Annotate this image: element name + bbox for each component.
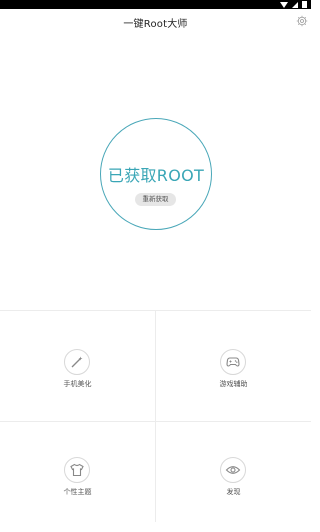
- status-icons: [280, 0, 307, 9]
- battery-icon: [302, 1, 307, 8]
- settings-icon[interactable]: [296, 15, 308, 27]
- wifi-icon: [280, 1, 288, 8]
- tile-phone-beautify[interactable]: 手机美化: [0, 311, 155, 421]
- feature-grid: 手机美化 游戏辅助 个性主题 发现: [0, 310, 311, 522]
- tile-label: 发现: [226, 488, 241, 496]
- app-title: 一键Root大师: [123, 19, 188, 30]
- status-bar: [0, 0, 311, 9]
- tile-label: 手机美化: [63, 380, 92, 388]
- root-status-text: 已获取ROOT: [107, 166, 205, 185]
- tile-personal-theme[interactable]: 个性主题: [0, 422, 155, 532]
- signal-icon: [292, 1, 298, 8]
- magic-wand-icon: [64, 349, 90, 375]
- tile-label: 个性主题: [63, 488, 92, 496]
- tile-discover[interactable]: 发现: [156, 422, 311, 532]
- eye-icon: [220, 457, 246, 483]
- app-header: 一键Root大师: [0, 9, 311, 35]
- tile-game-assist[interactable]: 游戏辅助: [156, 311, 311, 421]
- tshirt-icon: [64, 457, 90, 483]
- tile-label: 游戏辅助: [219, 380, 248, 388]
- reacquire-root-button[interactable]: 重新获取: [135, 193, 176, 206]
- gamepad-icon: [220, 349, 246, 375]
